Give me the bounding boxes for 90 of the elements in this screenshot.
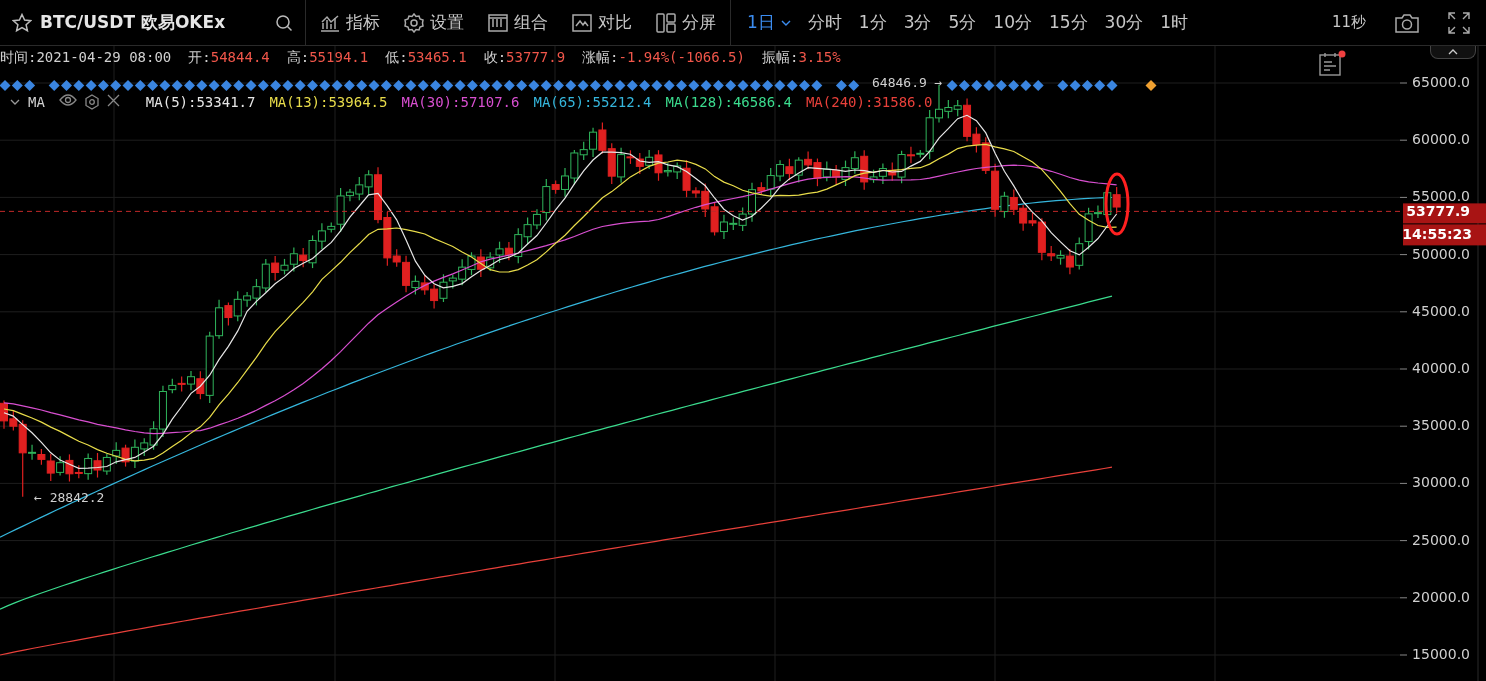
- countdown-tag: 14:55:23: [1402, 224, 1486, 246]
- interval-tab[interactable]: 10分: [993, 11, 1032, 34]
- candlestick: [523, 217, 532, 245]
- axis-label: 30000.0: [1412, 474, 1470, 491]
- split-screen-icon: [656, 12, 676, 33]
- candlestick: [785, 158, 794, 181]
- settings-icon: [404, 12, 424, 33]
- ohlc-field: 时间:2021-04-29 08:00: [0, 49, 172, 67]
- symbol-title: BTC/USDT 欧易OKEx: [40, 11, 226, 34]
- candlestick: [112, 441, 121, 465]
- ma-value: MA(240):31586.0: [805, 94, 933, 110]
- interval-tab[interactable]: 30分: [1104, 11, 1144, 34]
- chevron-up-icon: [1448, 49, 1458, 55]
- toolbar-button[interactable]: 组合: [488, 11, 548, 34]
- toolbar-button[interactable]: 对比: [572, 11, 632, 34]
- candlestick: [794, 156, 803, 183]
- candlestick: [56, 455, 65, 477]
- candlestick: [495, 241, 504, 264]
- candlestick: [607, 142, 616, 185]
- candlestick: [261, 258, 270, 293]
- interval-tab[interactable]: 5分: [948, 11, 977, 34]
- axis-label: 20000.0: [1412, 588, 1470, 605]
- axis-label: 40000.0: [1412, 360, 1470, 376]
- close-icon[interactable]: [106, 94, 120, 107]
- ma-value: MA(13):53964.5: [269, 94, 388, 110]
- high-price-marker: 64846.9 →: [872, 75, 943, 90]
- candlestick: [93, 452, 102, 479]
- candlestick: [430, 283, 439, 310]
- settings-icon[interactable]: [84, 94, 99, 110]
- ohlc-field: 开:54844.4: [188, 49, 270, 67]
- ohlc-field: 低:53465.1: [385, 49, 467, 67]
- axis-label: 55000.0: [1412, 188, 1470, 205]
- interval-tab[interactable]: 1时: [1160, 11, 1189, 34]
- candlestick: [1075, 236, 1084, 271]
- candlestick: [420, 274, 429, 296]
- ohlc-field: 收:53777.9: [483, 49, 566, 67]
- ohlc-field: 高:55194.1: [286, 49, 369, 67]
- highlight-marker-icon[interactable]: [1145, 80, 1157, 91]
- window-icon: [488, 13, 508, 32]
- candlestick: [476, 248, 485, 278]
- interval-tab[interactable]: 分时: [807, 11, 842, 34]
- axis-label: 60000.0: [1412, 131, 1470, 148]
- annotation-circle: [1104, 172, 1130, 236]
- camera-icon[interactable]: [1394, 11, 1420, 34]
- toolbar-button[interactable]: 指标: [320, 11, 380, 34]
- ma-value: MA(30):57107.6: [401, 94, 520, 110]
- search-icon[interactable]: [275, 13, 293, 32]
- candlestick: [776, 159, 785, 182]
- candlestick: [598, 121, 607, 154]
- chart-box-icon: [572, 13, 592, 32]
- interval-tab[interactable]: 15分: [1048, 11, 1088, 34]
- candlestick: [467, 251, 476, 276]
- caret-icon: [780, 19, 791, 26]
- calendar-icon[interactable]: [1318, 50, 1346, 78]
- refresh-interval: 11秒: [1331, 13, 1366, 32]
- interval-tab[interactable]: 1分: [858, 11, 887, 34]
- interval-tab[interactable]: 1日: [747, 11, 791, 34]
- ma-value: MA(5):53341.7: [145, 94, 256, 110]
- candlestick: [1009, 188, 1018, 216]
- candlestick: [841, 160, 850, 187]
- candlestick: [1112, 186, 1121, 215]
- axis-label: 45000.0: [1412, 302, 1470, 319]
- ma-value: MA(65):55212.4: [533, 94, 652, 110]
- eye-icon[interactable]: [58, 94, 77, 106]
- candlestick: [486, 251, 495, 272]
- fullscreen-icon[interactable]: [1448, 11, 1470, 34]
- event-markers-drawing[interactable]: [0, 80, 1118, 91]
- axis-label: 15000.0: [1412, 646, 1470, 662]
- axis-label: 65000.0: [1412, 74, 1470, 90]
- candlestick: [710, 201, 719, 237]
- candlestick: [177, 375, 186, 393]
- axis-label: 25000.0: [1412, 531, 1470, 548]
- candlestick: [102, 453, 111, 476]
- ohlc-field: 振幅:3.15%: [762, 49, 841, 67]
- ohlc-field: 涨幅:-1.94%(-1066.5): [582, 49, 745, 67]
- interval-tab[interactable]: 3分: [903, 11, 932, 34]
- ma-value: MA(128):46586.4: [665, 94, 792, 110]
- star-icon[interactable]: [12, 12, 32, 33]
- candlestick: [832, 164, 841, 185]
- toolbar-button[interactable]: 设置: [404, 11, 464, 34]
- collapse-tab[interactable]: [1430, 46, 1476, 59]
- indicator-name: MA: [28, 94, 45, 110]
- axis-label: 50000.0: [1412, 245, 1470, 262]
- candlestick: [822, 160, 831, 182]
- last-price-tag: 53777.9: [1403, 203, 1486, 224]
- candlestick: [121, 444, 130, 468]
- line-chart-icon: [320, 13, 340, 32]
- chevron-down-icon[interactable]: [10, 99, 20, 105]
- axis-label: 35000.0: [1412, 417, 1470, 434]
- toolbar-button[interactable]: 分屏: [656, 11, 716, 34]
